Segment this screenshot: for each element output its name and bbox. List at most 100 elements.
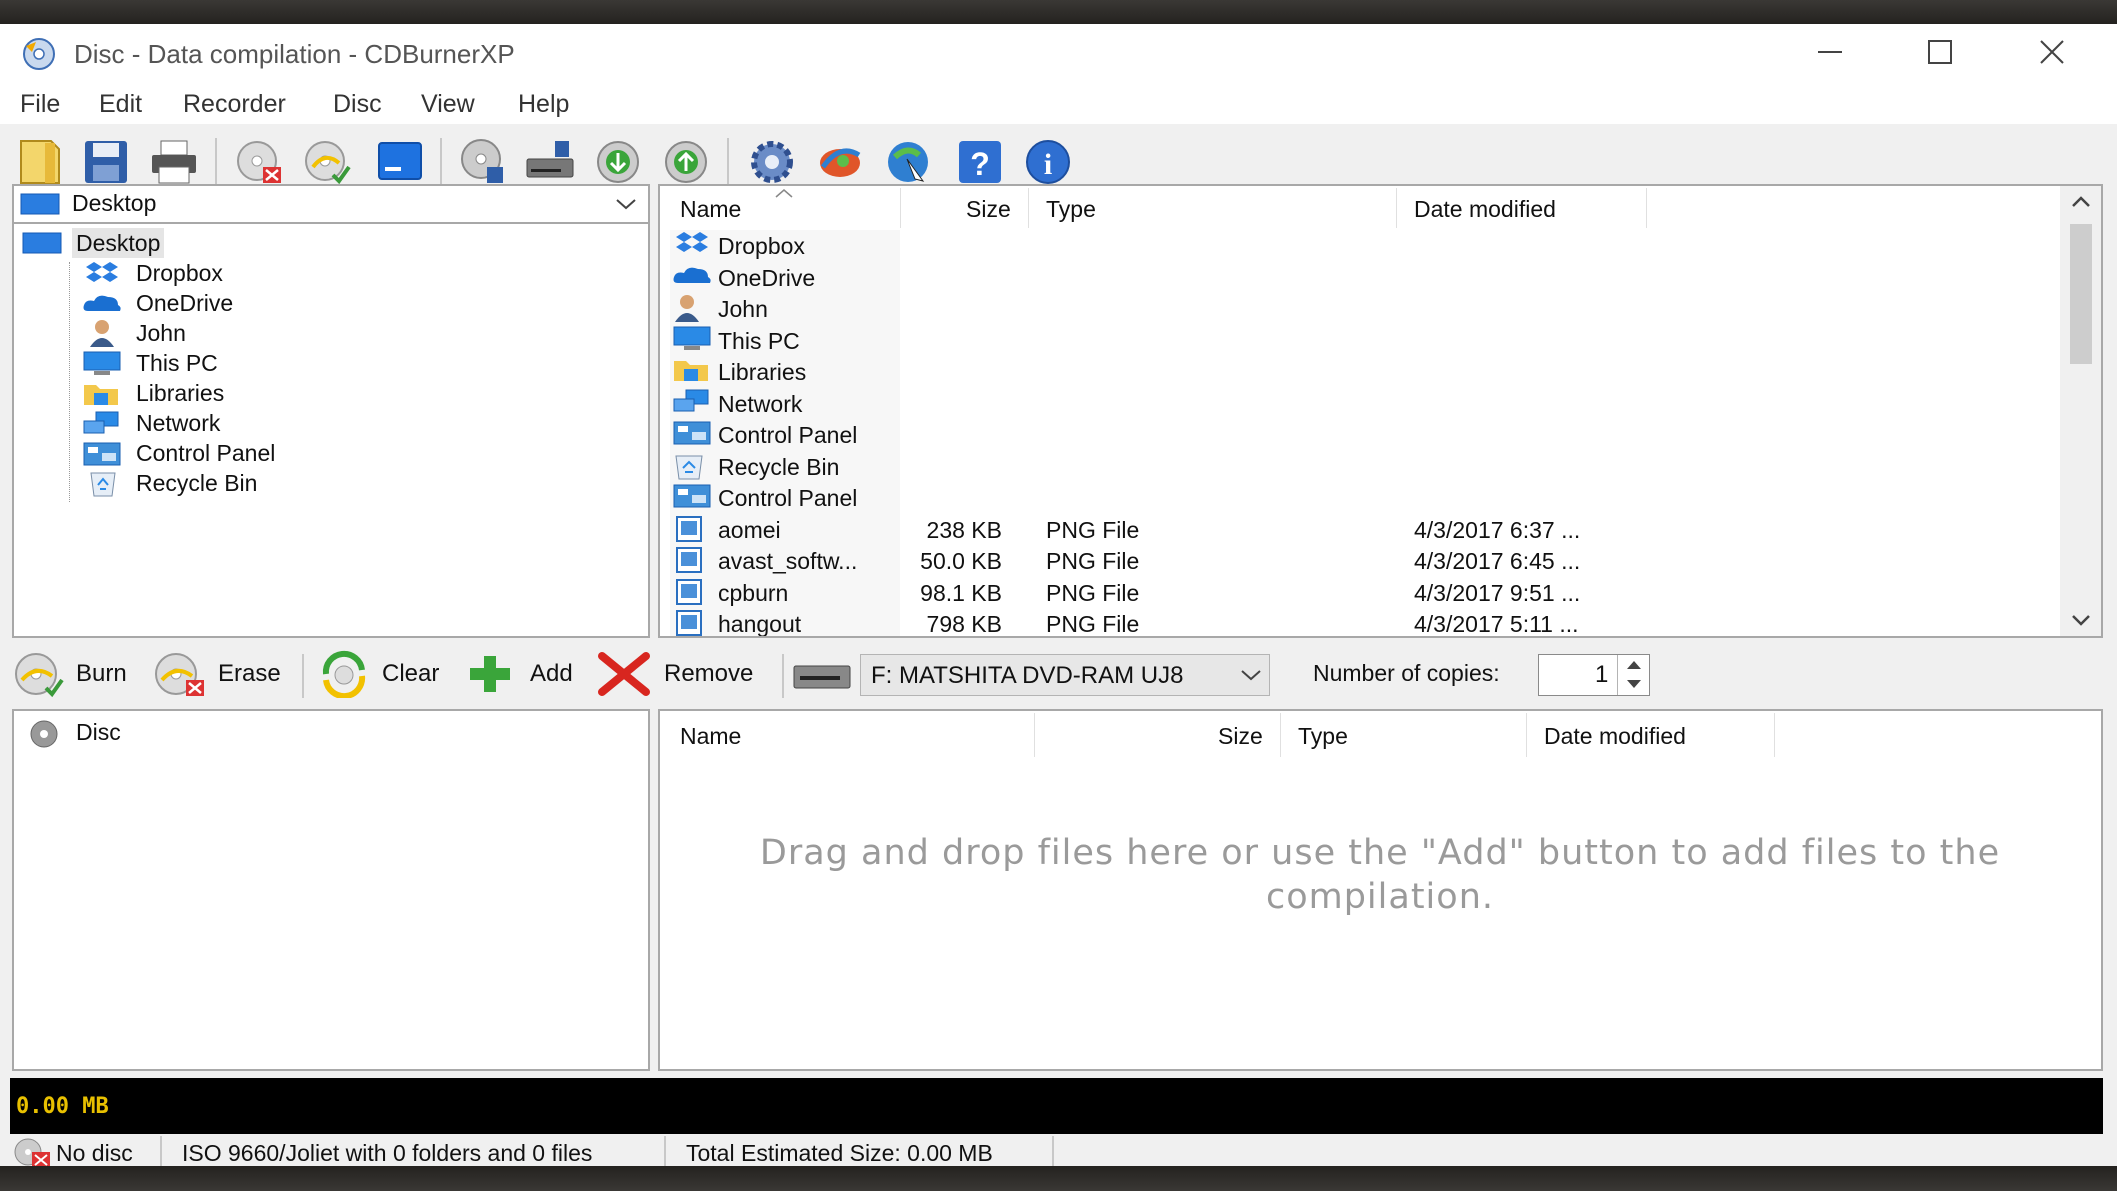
file-name: hangout bbox=[718, 611, 802, 637]
pc-icon bbox=[672, 326, 712, 357]
drive-select[interactable]: F: MATSHITA DVD-RAM UJ8 bbox=[860, 654, 1270, 696]
spin-up-icon[interactable] bbox=[1624, 658, 1644, 677]
tree-item-recycle-bin[interactable]: Recycle Bin bbox=[74, 468, 374, 498]
tree-item-label: Libraries bbox=[136, 380, 225, 406]
drop-zone-message: Drag and drop files here or use the "Add… bbox=[759, 833, 2001, 917]
scroll-down-icon[interactable] bbox=[2070, 610, 2092, 635]
table-row[interactable]: cpburn 98.1 KB PNG File 4/3/2017 9:51 ... bbox=[660, 577, 2060, 608]
table-row[interactable]: Control Panel bbox=[660, 419, 2060, 450]
menu-view[interactable]: View bbox=[421, 90, 475, 119]
png-file-icon bbox=[672, 578, 706, 611]
column-header-name[interactable]: Name bbox=[680, 723, 741, 750]
table-row[interactable]: avast_softw... 50.0 KB PNG File 4/3/2017 6:… bbox=[660, 545, 2060, 576]
column-separator bbox=[1526, 713, 1527, 757]
column-separator bbox=[900, 188, 901, 228]
erase-button[interactable]: Erase bbox=[150, 648, 290, 700]
tree-item-control-panel[interactable]: Control Panel bbox=[74, 438, 374, 468]
tree-item-label: Dropbox bbox=[136, 260, 223, 286]
recycle-bin-icon bbox=[88, 469, 118, 502]
column-header-date[interactable]: Date modified bbox=[1414, 196, 1556, 223]
scrollbar-thumb[interactable] bbox=[2070, 224, 2092, 364]
png-file-icon bbox=[672, 515, 706, 548]
tree-item-this-pc[interactable]: This PC bbox=[74, 348, 374, 378]
onedrive-icon bbox=[82, 291, 122, 320]
scroll-up-icon[interactable] bbox=[2070, 192, 2092, 217]
close-button[interactable] bbox=[2002, 24, 2102, 84]
add-label: Add bbox=[530, 660, 573, 687]
burn-label: Burn bbox=[76, 660, 127, 687]
folder-tree-panel: Desktop Desktop Dropbox OneDrive John Th… bbox=[12, 184, 650, 638]
column-header-size[interactable]: Size bbox=[1218, 723, 1263, 750]
menu-help[interactable]: Help bbox=[518, 90, 569, 119]
minimize-icon bbox=[1816, 38, 1844, 71]
table-row[interactable]: Control Panel bbox=[660, 482, 2060, 513]
tree-item-john[interactable]: John bbox=[74, 318, 374, 348]
table-row[interactable]: John bbox=[660, 293, 2060, 324]
copies-value: 1 bbox=[1595, 661, 1609, 688]
file-name: John bbox=[718, 296, 768, 322]
table-row[interactable]: Recycle Bin bbox=[660, 451, 2060, 482]
column-separator bbox=[1774, 713, 1775, 757]
column-header-size[interactable]: Size bbox=[966, 196, 1011, 223]
png-file-icon bbox=[672, 546, 706, 579]
table-row[interactable]: This PC bbox=[660, 325, 2060, 356]
file-type: PNG File bbox=[1046, 579, 1140, 606]
compilation-tree-panel: Disc bbox=[12, 709, 650, 1071]
tree-item-label: This PC bbox=[136, 350, 218, 376]
column-separator bbox=[1280, 713, 1281, 757]
remove-label: Remove bbox=[664, 660, 754, 687]
clear-button[interactable]: Clear bbox=[316, 648, 446, 700]
maximize-button[interactable] bbox=[1890, 24, 1990, 84]
table-row[interactable]: hangout 798 KB PNG File 4/3/2017 5:11 ... bbox=[660, 608, 2060, 637]
tree-item-label: Desktop bbox=[72, 228, 165, 258]
tree-item-libraries[interactable]: Libraries bbox=[74, 378, 374, 408]
tree-item-onedrive[interactable]: OneDrive bbox=[74, 288, 374, 318]
erase-label: Erase bbox=[218, 660, 281, 687]
table-row[interactable]: Dropbox bbox=[660, 230, 2060, 261]
minimize-button[interactable] bbox=[1780, 24, 1880, 84]
chevron-down-icon bbox=[1239, 665, 1263, 690]
action-bar: Burn Erase Clear Add Remove F: MATSHITA … bbox=[0, 644, 2117, 704]
column-header-type[interactable]: Type bbox=[1046, 196, 1096, 223]
column-header-name[interactable]: Name bbox=[680, 196, 741, 223]
file-name: cpburn bbox=[718, 579, 789, 606]
menu-disc[interactable]: Disc bbox=[333, 90, 382, 119]
column-header-type[interactable]: Type bbox=[1298, 723, 1348, 750]
title-bar: Disc - Data compilation - CDBurnerXP bbox=[0, 24, 2117, 84]
menu-recorder[interactable]: Recorder bbox=[183, 90, 286, 119]
png-file-icon bbox=[672, 609, 706, 636]
file-name: Libraries bbox=[718, 359, 807, 385]
folder-path-dropdown[interactable]: Desktop bbox=[14, 186, 648, 224]
toolbar-separator bbox=[727, 138, 729, 190]
column-header-date[interactable]: Date modified bbox=[1544, 723, 1686, 750]
dropbox-icon bbox=[672, 231, 710, 262]
menu-edit[interactable]: Edit bbox=[99, 90, 142, 119]
total-size-status: Total Estimated Size: 0.00 MB bbox=[686, 1140, 993, 1166]
disc-size-label: 0.00 MB bbox=[16, 1094, 109, 1119]
tree-item-label: OneDrive bbox=[136, 290, 234, 316]
tree-item-dropbox[interactable]: Dropbox bbox=[74, 258, 374, 288]
file-rows: Dropbox OneDrive John This PC Libraries Netwo… bbox=[660, 230, 2060, 637]
menu-file[interactable]: File bbox=[20, 90, 60, 119]
network-icon bbox=[672, 389, 712, 420]
add-button[interactable]: Add bbox=[462, 648, 582, 700]
tree-item-network[interactable]: Network bbox=[74, 408, 374, 438]
tree-connector bbox=[69, 262, 70, 502]
file-date: 4/3/2017 9:51 ... bbox=[1414, 579, 1581, 606]
copies-spinner[interactable] bbox=[1617, 655, 1650, 695]
status-separator bbox=[160, 1136, 162, 1170]
desktop-background-top bbox=[0, 0, 2117, 24]
vertical-scrollbar[interactable] bbox=[2060, 186, 2101, 636]
maximize-icon bbox=[1926, 38, 1954, 71]
table-row[interactable]: Libraries bbox=[660, 356, 2060, 387]
spin-down-icon[interactable] bbox=[1624, 677, 1644, 696]
table-row[interactable]: OneDrive bbox=[660, 262, 2060, 293]
burn-button[interactable]: Burn bbox=[10, 648, 140, 700]
tree-item-label: Network bbox=[136, 410, 221, 436]
table-row[interactable]: aomei 238 KB PNG File 4/3/2017 6:37 ... bbox=[660, 514, 2060, 545]
copies-input[interactable]: 1 bbox=[1538, 654, 1650, 696]
column-separator bbox=[1396, 188, 1397, 228]
table-row[interactable]: Network bbox=[660, 388, 2060, 419]
remove-button[interactable]: Remove bbox=[596, 648, 764, 700]
menu-bar: File Edit Recorder Disc View Help bbox=[0, 84, 2117, 124]
